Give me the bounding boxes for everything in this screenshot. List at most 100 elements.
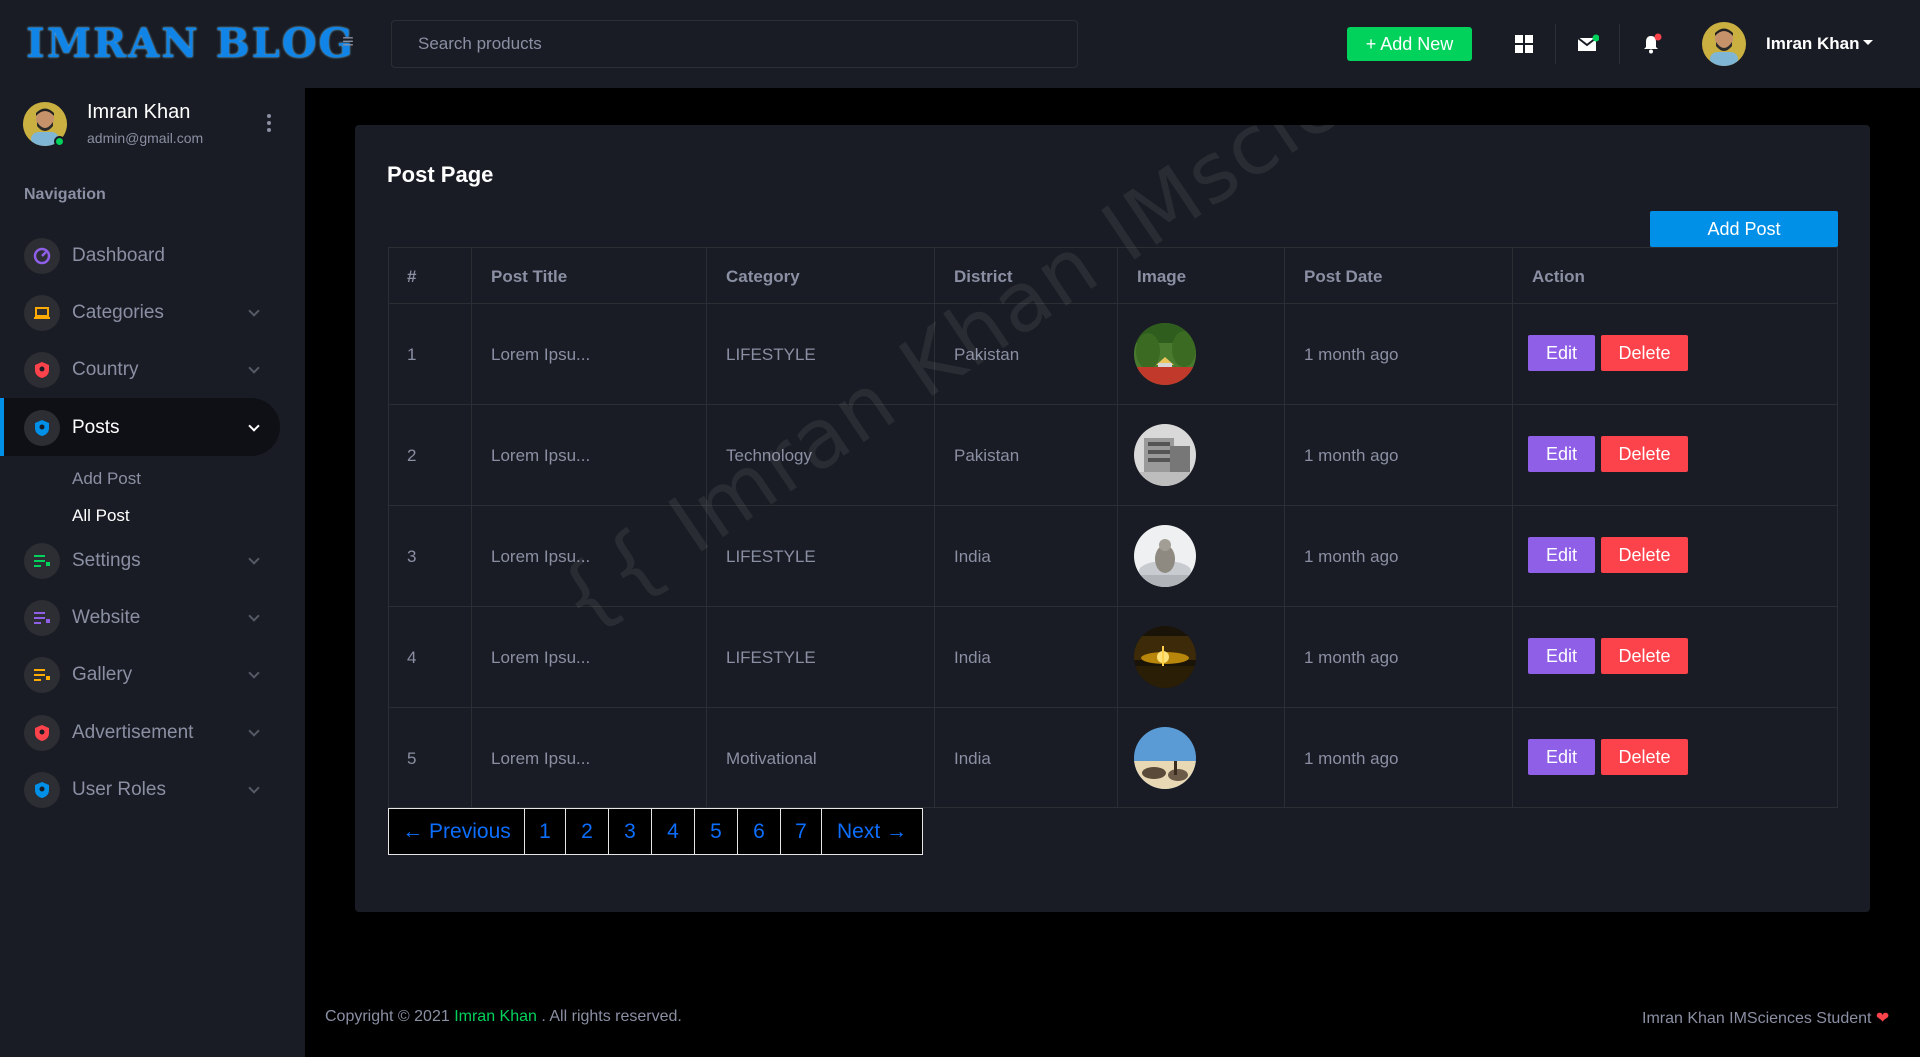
user-menu-name[interactable]: Imran Khan [1766,32,1860,56]
pagination-page[interactable]: 7 [781,809,822,854]
online-status-dot [54,136,65,147]
sidebar-item-label: Country [72,359,139,380]
table-row: 3 Lorem Ipsu... LIFESTYLE India 1 month … [389,506,1837,607]
sidebar-subitem-all-post[interactable]: All Post [72,505,130,527]
sunset-photo [1134,626,1196,688]
delete-button[interactable]: Delete [1601,739,1688,775]
footer-credit: Imran Khan IMSciences Student ❤ [1642,1009,1889,1029]
shield-icon [24,352,60,388]
sidebar-item-dashboard[interactable]: Dashboard [0,226,280,284]
post-district: India [954,547,991,566]
delete-button[interactable]: Delete [1601,335,1688,371]
pagination-page[interactable]: 5 [695,809,738,854]
row-number: 5 [407,749,417,768]
sidebar-item-settings[interactable]: Settings [0,531,280,589]
delete-button[interactable]: Delete [1601,638,1688,674]
sidebar-item-label: Posts [72,417,120,438]
post-category: LIFESTYLE [726,648,816,667]
statue-photo [1134,525,1196,587]
column-header: District [954,267,1013,286]
edit-button[interactable]: Edit [1528,739,1595,775]
sidebar-item-label: Dashboard [72,245,165,266]
pagination-page[interactable]: 3 [609,809,652,854]
bell-icon[interactable] [1634,26,1670,62]
sidebar-item-website[interactable]: Website [0,588,280,646]
sidebar-item-advertisement[interactable]: Advertisement [0,703,280,761]
edit-button[interactable]: Edit [1528,436,1595,472]
shield-icon [24,410,60,446]
column-header: # [407,267,417,286]
post-title: Lorem Ipsu... [491,547,591,566]
sidebar-item-label: User Roles [72,779,166,800]
post-district: India [954,749,991,768]
brand-logo[interactable]: IMRAN BLOG [26,18,355,70]
post-date: 1 month ago [1304,345,1399,364]
add-post-button[interactable]: Add Post [1650,211,1838,247]
post-title: Lorem Ipsu... [491,749,591,768]
row-number: 2 [407,446,417,465]
sidebar-subitem-add-post[interactable]: Add Post [72,468,141,490]
post-card: Post Page Add Post # Post Title Category… [355,125,1870,912]
edit-button[interactable]: Edit [1528,335,1595,371]
copyright-suffix: . All rights reserved. [541,1008,682,1025]
posts-table: # Post Title Category District Image Pos… [388,247,1838,808]
garden-photo [1134,323,1196,385]
navbar-divider [1619,24,1620,64]
footer-copyright: Copyright © 2021 Imran Khan . All rights… [325,1007,682,1027]
pagination: ← Previous 1 2 3 4 5 6 7 Next → [388,808,923,855]
pagination-next[interactable]: Next → [822,809,922,854]
row-number: 3 [407,547,417,566]
post-date: 1 month ago [1304,547,1399,566]
sidebar-item-label: Gallery [72,664,133,685]
sidebar-item-categories[interactable]: Categories [0,283,280,341]
column-header: Category [726,267,800,286]
playlist-icon [24,657,60,693]
copyright-prefix: Copyright © 2021 [325,1008,450,1025]
pagination-page[interactable]: 4 [652,809,695,854]
pagination-page[interactable]: 2 [566,809,609,854]
chevron-down-icon [248,553,260,565]
nav-heading: Navigation [24,186,106,203]
more-options-icon[interactable] [262,112,276,134]
copyright-link[interactable]: Imran Khan [454,1008,537,1025]
add-new-button[interactable]: + Add New [1347,27,1472,61]
email-icon[interactable] [1570,26,1606,62]
post-category: Motivational [726,749,817,768]
pagination-page[interactable]: 6 [738,809,781,854]
search-input[interactable] [391,20,1078,68]
sidebar-item-posts[interactable]: Posts [0,398,280,456]
pagination-page[interactable]: 1 [525,809,566,854]
row-number: 1 [407,345,417,364]
column-header: Post Date [1304,267,1383,286]
post-district: Pakistan [954,345,1020,364]
page-title: Post Page [387,162,494,187]
chevron-down-icon [248,725,260,737]
avatar[interactable] [1702,22,1746,66]
post-date: 1 month ago [1304,749,1399,768]
menu-toggle-icon[interactable]: ≡ [338,30,358,54]
post-district: Pakistan [954,446,1020,465]
delete-button[interactable]: Delete [1601,537,1688,573]
caret-down-icon[interactable] [1863,40,1873,45]
post-district: India [954,648,991,667]
credit-text: Imran Khan IMSciences Student [1642,1010,1872,1027]
sky-photo [1134,727,1196,789]
pagination-previous[interactable]: ← Previous [389,809,525,854]
column-header: Post Title [491,267,568,286]
building-photo [1134,424,1196,486]
sidebar-item-label: Categories [72,302,164,323]
delete-button[interactable]: Delete [1601,436,1688,472]
row-number: 4 [407,648,417,667]
edit-button[interactable]: Edit [1528,638,1595,674]
grid-icon[interactable] [1506,26,1542,62]
sidebar-item-user-roles[interactable]: User Roles [0,760,280,818]
table-row: 4 Lorem Ipsu... LIFESTYLE India 1 month … [389,607,1837,708]
chevron-down-icon [248,667,260,679]
sidebar: Imran Khan admin@gmail.com Navigation Da… [0,88,305,1057]
edit-button[interactable]: Edit [1528,537,1595,573]
post-date: 1 month ago [1304,446,1399,465]
chevron-down-icon [248,362,260,374]
sidebar-item-gallery[interactable]: Gallery [0,645,280,703]
sidebar-item-country[interactable]: Country [0,340,280,398]
profile-name: Imran Khan [87,101,191,123]
